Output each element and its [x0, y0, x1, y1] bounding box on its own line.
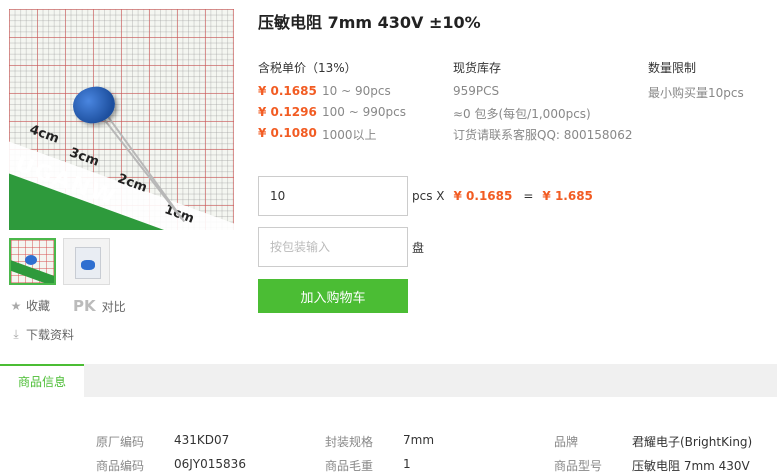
- spec-label: 商品毛重: [325, 459, 374, 473]
- tier-range: 100 ~ 990pcs: [322, 105, 406, 119]
- tier-range: 10 ~ 90pcs: [322, 84, 391, 98]
- download-icon: ⤓: [13, 327, 19, 341]
- min-purchase-text: 最小购买量10pcs: [648, 86, 744, 100]
- calc-unit-price: ¥ 0.1685: [453, 189, 513, 203]
- stock-quantity: 959PCS: [453, 84, 500, 98]
- favorite-action[interactable]: ★ 收藏: [9, 297, 50, 314]
- ruler-mark-4cm: 4cm: [27, 122, 61, 147]
- spec-value: 06JY015836: [174, 457, 246, 471]
- favorite-label: 收藏: [26, 299, 51, 313]
- tier-price: ¥ 0.1080: [258, 126, 317, 140]
- thumb-varistor: [25, 255, 37, 265]
- package-unit: 盘: [412, 241, 425, 255]
- thumbnail-1[interactable]: [9, 238, 56, 285]
- tier-price: ¥ 0.1296: [258, 105, 317, 119]
- spec-value: 君耀电子(BrightKing): [632, 435, 753, 449]
- spec-value: 压敏电阻 7mm 430V ±10%: [632, 459, 750, 473]
- tab-product-info[interactable]: 商品信息: [0, 364, 84, 397]
- download-action[interactable]: ⤓ 下载资料: [9, 326, 74, 343]
- tier-range: 1000以上: [322, 128, 377, 142]
- add-to-cart-button[interactable]: 加入购物车: [258, 279, 408, 313]
- compare-label: 对比: [101, 299, 126, 314]
- tab-bar: [0, 364, 777, 397]
- download-label: 下载资料: [26, 328, 75, 342]
- quantity-input[interactable]: [258, 176, 408, 216]
- stock-contact: 订货请联系客服QQ: 800158062: [453, 128, 633, 142]
- price-tier-row: ¥ 0.1685 10 ~ 90pcs: [258, 84, 391, 98]
- spec-value: 1: [403, 457, 411, 471]
- product-main-image: 4cm 3cm 2cm 1cm UGANW: [9, 9, 234, 230]
- spec-label: 品牌: [554, 435, 579, 449]
- price-header: 含税单价（13%）: [258, 61, 357, 75]
- compare-action[interactable]: PK 对比: [73, 297, 126, 315]
- thumb-package-bag: [75, 247, 101, 279]
- spec-label: 商品型号: [554, 459, 603, 473]
- package-input[interactable]: [258, 227, 408, 267]
- spec-value: 431KD07: [174, 433, 230, 447]
- price-tier-row: ¥ 0.1080 1000以上: [258, 126, 377, 143]
- spec-label: 封装规格: [325, 435, 374, 449]
- star-icon: ★: [10, 298, 22, 313]
- product-title: 压敏电阻 7mm 430V ±10%: [258, 13, 481, 32]
- calc-total-price: ¥ 1.685: [542, 189, 593, 203]
- pk-icon: PK: [73, 297, 96, 315]
- thumbnail-2[interactable]: [63, 238, 110, 285]
- limit-header: 数量限制: [648, 61, 697, 75]
- spec-value: 7mm: [403, 433, 435, 447]
- price-calculation: pcs X ¥ 0.1685 = ¥ 1.685: [412, 189, 593, 203]
- spec-label: 原厂编码: [96, 435, 145, 449]
- quantity-unit: pcs X: [412, 189, 445, 203]
- tier-price: ¥ 0.1685: [258, 84, 317, 98]
- equals-sign: =: [523, 189, 534, 203]
- stock-package: ≈0 包多(每包/1,000pcs): [453, 107, 591, 121]
- stock-header: 现货库存: [453, 61, 502, 75]
- spec-label: 商品编码: [96, 459, 145, 473]
- price-tier-row: ¥ 0.1296 100 ~ 990pcs: [258, 105, 406, 119]
